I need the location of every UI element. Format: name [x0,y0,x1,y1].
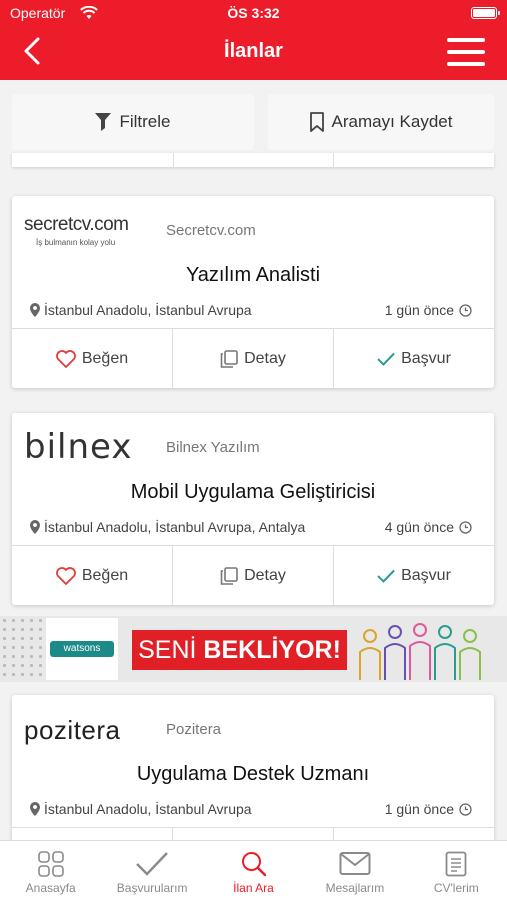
mail-icon [339,852,371,875]
job-location: İstanbul Anadolu, İstanbul Avrupa [30,801,252,817]
tab-applications[interactable]: Başvurularım [101,841,202,900]
tab-job-search-label: İlan Ara [233,881,274,895]
location-text: İstanbul Anadolu, İstanbul Avrupa, Antal… [44,519,306,535]
posted-time: 4 gün önce [385,519,472,535]
detail-button[interactable]: Detay [173,329,334,388]
check-icon [136,852,168,876]
card-actions: Beğen Detay Başvur [12,328,494,388]
previous-card-edge [12,153,494,167]
banner-text-light: SENİ [138,636,197,664]
card-actions: Beğen Detay Başvur [12,545,494,605]
page-title: İlanlar [224,40,283,62]
location-text: İstanbul Anadolu, İstanbul Avrupa [44,302,252,318]
status-bar: Operatör ÖS 3:32 [0,5,507,25]
bookmark-icon [309,112,324,132]
posted-time: 1 gün önce [385,302,472,318]
like-button[interactable]: Beğen [12,546,173,605]
detail-label: Detay [244,349,286,367]
heart-icon [55,566,76,585]
brand-logo: watsons [50,641,114,657]
banner-headline: SENİ BEKLİYOR! [132,630,347,670]
posted-time: 1 gün önce [385,801,472,817]
save-search-label: Aramayı Kaydet [331,112,453,131]
tab-cvs-label: CV'lerim [433,881,479,895]
detail-label: Detay [244,566,286,584]
company-name: Bilnex Yazılım [166,439,260,456]
banner-dots-pattern [0,616,48,682]
logo-text: bilnex [24,427,133,467]
clock-icon [459,303,472,317]
save-search-button[interactable]: Aramayı Kaydet [268,94,494,150]
job-card[interactable]: secretcv.com İş bulmanın kolay yolu Secr… [12,196,494,388]
job-title: Yazılım Analisti [185,264,321,286]
battery-icon [471,7,500,19]
company-logo: bilnex [24,427,164,471]
location-text: İstanbul Anadolu, İstanbul Avrupa [44,801,252,817]
job-location: İstanbul Anadolu, İstanbul Avrupa, Antal… [30,519,305,535]
copy-icon [220,566,238,585]
filter-button-label: Filtrele [119,112,171,131]
location-pin-icon [30,520,40,534]
apply-button[interactable]: Başvur [334,546,494,605]
tab-home-label: Anasayfa [25,881,76,895]
top-bar: Operatör ÖS 3:32 İlanlar [0,0,507,80]
detail-button[interactable]: Detay [173,546,334,605]
filter-bar: Filtrele Aramayı Kaydet [0,80,507,164]
location-pin-icon [30,303,40,317]
tab-cvs[interactable]: CV'lerim [406,841,507,900]
copy-icon [220,349,238,368]
grid-icon [37,851,64,877]
clock-icon [459,520,472,534]
people-illustration [359,623,481,680]
posted-text: 1 gün önce [384,302,454,318]
heart-icon [55,349,76,368]
bottom-tab-bar: Anasayfa Başvurularım İlan Ara Mesajları… [0,840,507,900]
filter-button[interactable]: Filtrele [12,94,254,150]
ad-banner[interactable]: watsons SENİ BEKLİYOR! [0,616,507,682]
job-title: Uygulama Destek Uzmanı [136,763,370,785]
company-name: Secretcv.com [166,222,256,239]
banner-text-bold: BEKLİYOR! [203,636,341,664]
posted-text: 4 gün önce [384,519,454,535]
like-button[interactable]: Beğen [12,329,173,388]
check-icon [377,352,395,366]
filter-icon [95,113,112,131]
clock-icon [459,802,472,816]
tab-job-search[interactable]: İlan Ara [203,841,304,900]
check-icon [377,569,395,583]
apply-label: Başvur [401,349,451,367]
location-pin-icon [30,802,40,816]
hamburger-menu-icon[interactable] [447,38,485,66]
search-icon [241,852,266,877]
company-logo: secretcv.com İş bulmanın kolay yolu [24,210,164,254]
like-label: Beğen [81,566,129,584]
logo-tagline: İş bulmanın kolay yolu [36,238,116,247]
tab-home[interactable]: Anasayfa [0,841,101,900]
apply-label: Başvur [401,566,451,584]
tab-messages-label: Mesajlarım [325,881,385,895]
job-title: Mobil Uygulama Geliştiricisi [130,481,376,503]
tab-messages[interactable]: Mesajlarım [304,841,405,900]
like-label: Beğen [81,349,129,367]
company-logo: pozitera [24,709,164,753]
document-icon [445,851,467,877]
clock: ÖS 3:32 [227,5,280,21]
job-card[interactable]: bilnex Bilnex Yazılım Mobil Uygulama Gel… [12,413,494,605]
job-location: İstanbul Anadolu, İstanbul Avrupa [30,302,252,318]
company-name: Pozitera [166,721,222,738]
logo-text: pozitera [24,715,121,745]
tab-applications-label: Başvurularım [116,881,188,895]
apply-button[interactable]: Başvur [334,329,494,388]
posted-text: 1 gün önce [384,801,454,817]
logo-text: secretcv.com [24,214,129,235]
